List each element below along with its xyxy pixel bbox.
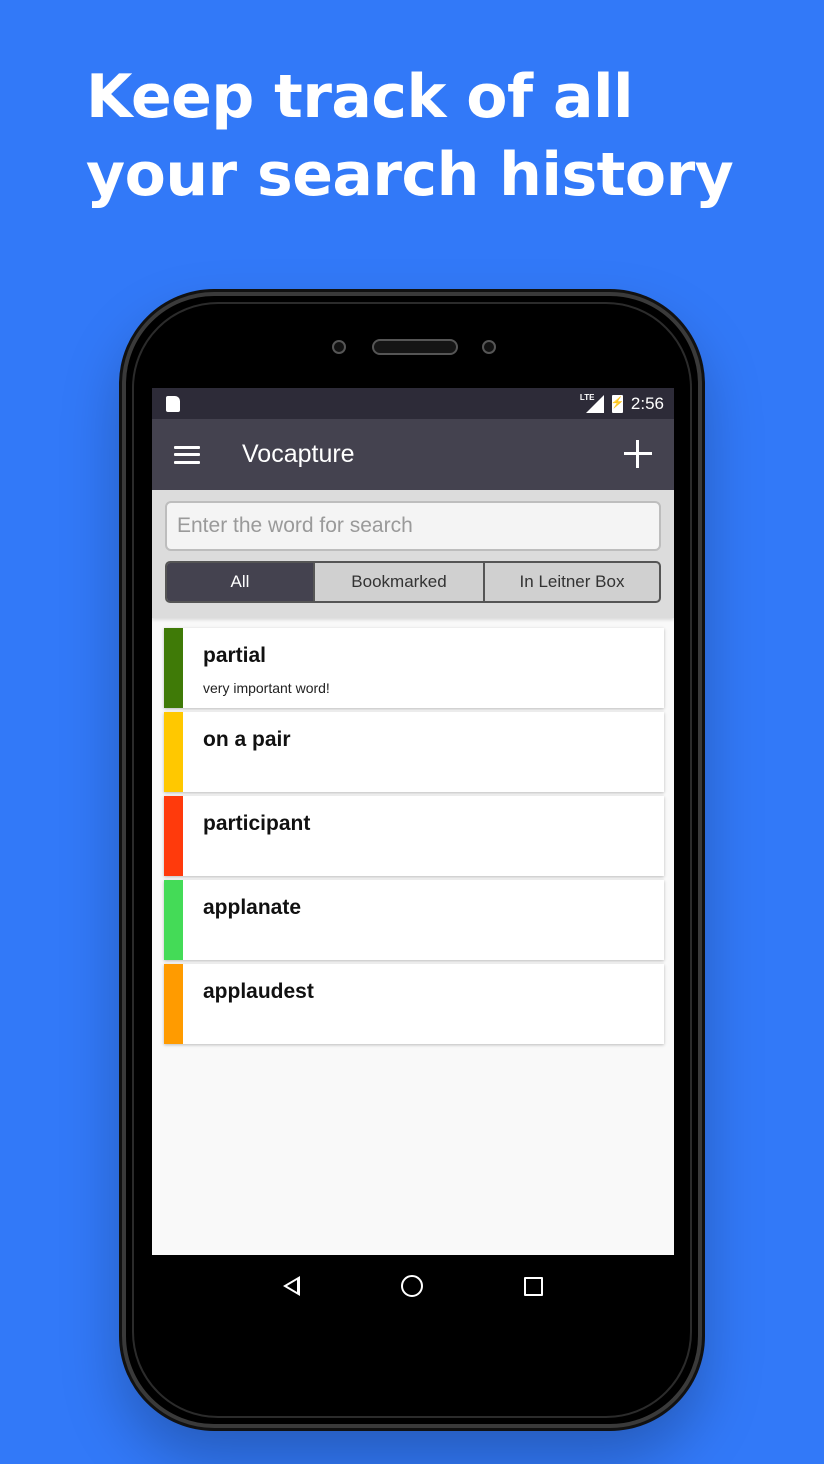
lte-signal-icon: LTE	[580, 393, 604, 413]
app-screen: LTE 2:56 Vocapture All Bookmarked In Lei…	[152, 388, 674, 1255]
status-bar: LTE 2:56	[152, 388, 674, 419]
front-camera-icon	[332, 340, 346, 354]
word-title: participant	[203, 812, 311, 835]
tab-leitner-box[interactable]: In Leitner Box	[483, 563, 659, 601]
recent-apps-icon[interactable]	[524, 1276, 544, 1296]
list-item[interactable]: partial very important word!	[164, 628, 664, 708]
tab-bookmarked[interactable]: Bookmarked	[313, 563, 483, 601]
tab-all[interactable]: All	[167, 563, 313, 601]
sd-card-icon	[166, 395, 180, 412]
home-icon[interactable]	[400, 1275, 423, 1297]
battery-charging-icon	[611, 394, 625, 413]
search-input[interactable]	[165, 501, 661, 551]
word-title: applanate	[203, 896, 302, 919]
filter-tabs: All Bookmarked In Leitner Box	[165, 561, 661, 603]
earpiece-speaker	[372, 339, 458, 355]
word-list: partial very important word! on a pair p…	[152, 618, 674, 1044]
priority-color-bar	[164, 964, 183, 1044]
list-item[interactable]: applanate	[164, 880, 664, 960]
word-title: partial	[203, 644, 267, 667]
priority-color-bar	[164, 628, 183, 708]
word-title: on a pair	[203, 728, 291, 751]
promo-headline: Keep track of all your search history	[86, 62, 734, 210]
priority-color-bar	[164, 880, 183, 960]
app-toolbar: Vocapture	[152, 419, 674, 490]
back-icon[interactable]	[282, 1276, 300, 1296]
list-item[interactable]: applaudest	[164, 964, 664, 1044]
list-item[interactable]: on a pair	[164, 712, 664, 792]
priority-color-bar	[164, 712, 183, 792]
android-nav-bar	[152, 1255, 674, 1317]
sensor-icon	[482, 340, 496, 354]
status-time: 2:56	[630, 393, 664, 413]
priority-color-bar	[164, 796, 183, 876]
add-icon[interactable]	[624, 440, 652, 468]
word-title: applaudest	[203, 980, 314, 1003]
search-panel: All Bookmarked In Leitner Box	[152, 490, 674, 618]
list-item[interactable]: participant	[164, 796, 664, 876]
menu-icon[interactable]	[174, 445, 200, 464]
word-note: very important word!	[203, 680, 330, 696]
app-title: Vocapture	[242, 440, 355, 468]
